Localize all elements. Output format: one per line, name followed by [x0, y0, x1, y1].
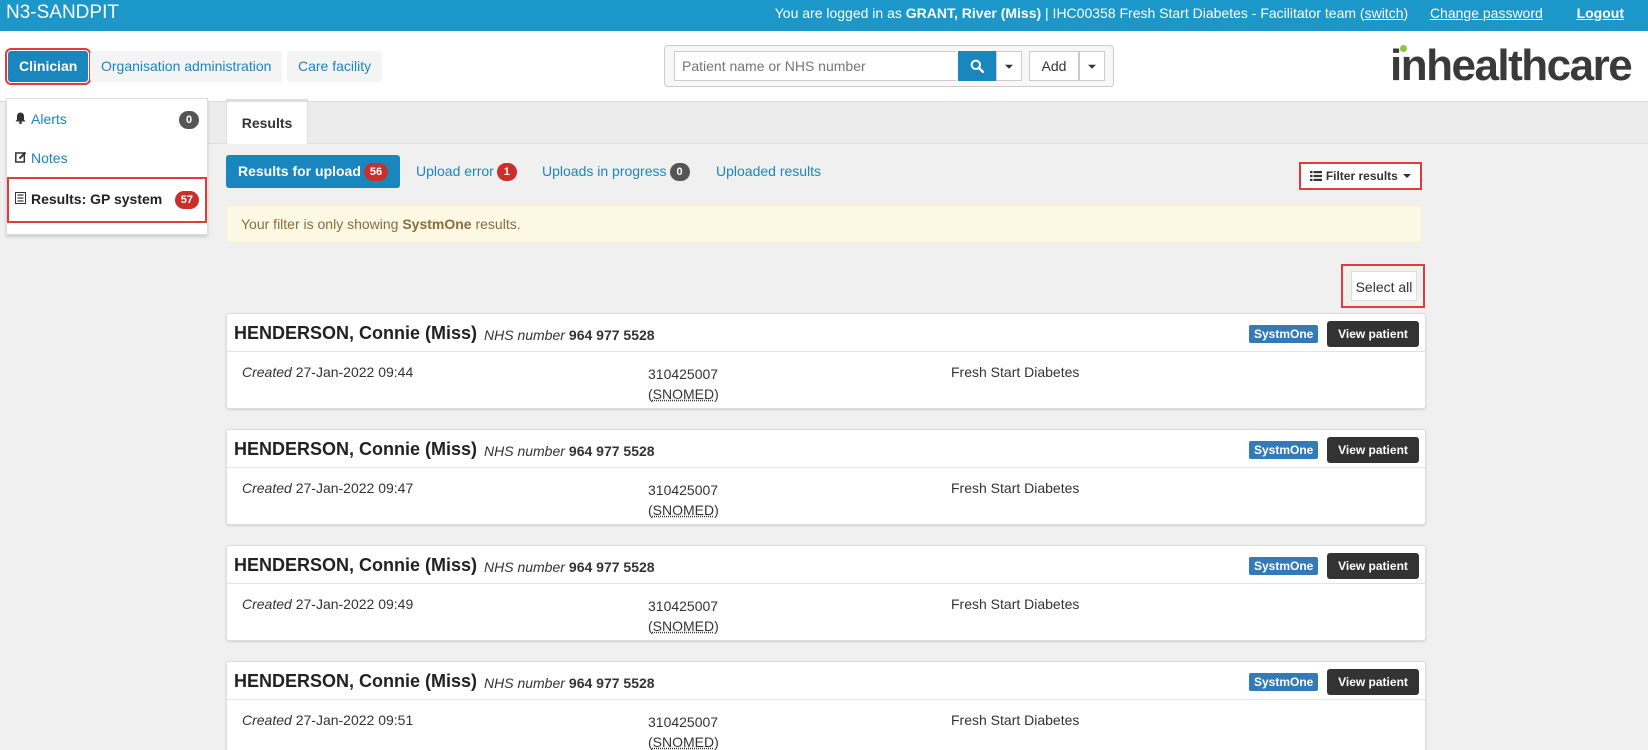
result-code: 310425007 (SNOMED): [648, 598, 719, 634]
header: Clinician Organisation administration Ca…: [0, 31, 1648, 102]
result-card-header: HENDERSON, Connie (Miss) NHS number 964 9…: [227, 546, 1425, 584]
code-system: SNOMED: [652, 502, 715, 518]
view-patient-button[interactable]: View patient: [1327, 669, 1419, 695]
result-code: 310425007 (SNOMED): [648, 714, 719, 750]
alerts-count-badge: 0: [179, 111, 199, 129]
filter-results-label: Filter results: [1325, 169, 1398, 183]
edit-icon: [15, 151, 27, 163]
caret-down-icon: [1403, 174, 1412, 178]
result-card-header: HENDERSON, Connie (Miss) NHS number 964 9…: [227, 314, 1425, 352]
caret-down-icon: [1088, 64, 1096, 69]
sidebar-item-label: Notes: [31, 150, 68, 166]
nhs-number: NHS number 964 977 5528: [484, 327, 655, 343]
add-button[interactable]: Add: [1029, 51, 1079, 81]
sidebar-item-results-gp-system[interactable]: Results: GP system 57: [7, 177, 207, 223]
source-badge: SystmOne: [1249, 557, 1319, 575]
subtab-label: Uploads in progress: [542, 163, 667, 179]
logged-in-prefix: You are logged in as: [774, 5, 902, 21]
list-icon: [1309, 171, 1322, 181]
team-name: | IHC00358 Fresh Start Diabetes - Facili…: [1045, 5, 1357, 21]
filter-notice: Your filter is only showing SystmOne res…: [226, 205, 1422, 243]
result-card: HENDERSON, Connie (Miss) NHS number 964 9…: [226, 661, 1426, 750]
patient-name: HENDERSON, Connie (Miss): [234, 555, 478, 575]
nhs-number: NHS number 964 977 5528: [484, 559, 655, 575]
subtab-label: Upload error: [416, 163, 494, 179]
result-code: 310425007 (SNOMED): [648, 366, 719, 402]
user-name: GRANT, River (Miss): [905, 5, 1042, 21]
subtab-uploads-in-progress[interactable]: Uploads in progress 0: [530, 155, 702, 188]
logo-dot: [1400, 45, 1407, 52]
search-options-dropdown[interactable]: [996, 51, 1022, 81]
patient-search-group: Add: [664, 45, 1114, 87]
filter-results-button[interactable]: Filter results: [1299, 162, 1422, 190]
select-all-wrapper: Select all: [1341, 264, 1425, 308]
service-name: Fresh Start Diabetes: [951, 596, 1080, 612]
sidebar-item-notes[interactable]: Notes: [7, 138, 207, 178]
tab-results[interactable]: Results: [226, 99, 308, 144]
service-name: Fresh Start Diabetes: [951, 364, 1080, 380]
subtab-label: Results for upload: [238, 163, 361, 179]
view-patient-button[interactable]: View patient: [1327, 321, 1419, 347]
select-all-button[interactable]: Select all: [1351, 271, 1417, 301]
sidebar-item-label: Alerts: [31, 111, 67, 127]
subtab-label: Uploaded results: [716, 163, 822, 179]
sidebar-menu: Alerts 0 Notes Results: GP system 57: [6, 98, 208, 235]
service-name: Fresh Start Diabetes: [951, 480, 1080, 496]
patient-name: HENDERSON, Connie (Miss): [234, 439, 478, 459]
top-bar: N3-SANDPIT You are logged in as GRANT, R…: [0, 0, 1648, 31]
patient-name: HENDERSON, Connie (Miss): [234, 323, 478, 343]
result-code: 310425007 (SNOMED): [648, 482, 719, 518]
service-name: Fresh Start Diabetes: [951, 712, 1080, 728]
add-options-dropdown[interactable]: [1079, 51, 1105, 81]
list-icon: [15, 192, 26, 204]
subtab-results-for-upload[interactable]: Results for upload 56: [226, 155, 401, 188]
sidebar-item-alerts[interactable]: Alerts 0: [7, 99, 207, 139]
logo-text: inhealthcare: [1390, 41, 1633, 90]
switch-team-link[interactable]: switch: [1365, 5, 1404, 21]
view-patient-button[interactable]: View patient: [1327, 553, 1419, 579]
notice-system: SystmOne: [402, 216, 472, 232]
bell-icon: [15, 112, 26, 124]
results-for-upload-count: 56: [363, 163, 389, 181]
change-password-link[interactable]: Change password: [1430, 5, 1543, 21]
results-tab-strip: Results: [208, 99, 1648, 144]
view-patient-button[interactable]: View patient: [1327, 437, 1419, 463]
result-card: HENDERSON, Connie (Miss) NHS number 964 9…: [226, 429, 1426, 525]
environment-name: N3-SANDPIT: [6, 2, 119, 23]
created-date: Created 27-Jan-2022 09:49: [242, 596, 414, 612]
upload-error-count: 1: [496, 163, 517, 181]
sidebar-item-label: Results: GP system: [31, 191, 163, 207]
search-button[interactable]: [958, 51, 996, 81]
results-count-badge: 57: [174, 191, 199, 209]
created-date: Created 27-Jan-2022 09:51: [242, 712, 414, 728]
nhs-number: NHS number 964 977 5528: [484, 675, 655, 691]
search-icon: [970, 59, 984, 73]
patient-search-input[interactable]: [674, 51, 956, 81]
created-date: Created 27-Jan-2022 09:44: [242, 364, 414, 380]
logout-link[interactable]: Logout: [1577, 5, 1624, 21]
subtab-upload-error[interactable]: Upload error 1: [404, 155, 529, 188]
subtab-uploaded-results[interactable]: Uploaded results: [704, 155, 833, 188]
caret-down-icon: [1005, 64, 1013, 69]
patient-name: HENDERSON, Connie (Miss): [234, 671, 478, 691]
inhealthcare-logo: inhealthcare: [1390, 41, 1633, 91]
nhs-number: NHS number 964 977 5528: [484, 443, 655, 459]
result-card: HENDERSON, Connie (Miss) NHS number 964 9…: [226, 313, 1426, 409]
created-date: Created 27-Jan-2022 09:47: [242, 480, 414, 496]
result-card-header: HENDERSON, Connie (Miss) NHS number 964 9…: [227, 430, 1425, 468]
nav-tab-clinician[interactable]: Clinician: [4, 48, 92, 85]
result-card-header: HENDERSON, Connie (Miss) NHS number 964 9…: [227, 662, 1425, 700]
source-badge: SystmOne: [1249, 441, 1319, 459]
source-badge: SystmOne: [1249, 325, 1319, 343]
uploads-in-progress-count: 0: [669, 163, 690, 181]
result-card: HENDERSON, Connie (Miss) NHS number 964 9…: [226, 545, 1426, 641]
code-system: SNOMED: [652, 734, 715, 750]
nav-tab-organisation-administration[interactable]: Organisation administration: [90, 51, 283, 82]
code-system: SNOMED: [652, 386, 715, 402]
user-info: You are logged in as GRANT, River (Miss)…: [774, 5, 1624, 21]
source-badge: SystmOne: [1249, 673, 1319, 691]
nav-tab-care-facility[interactable]: Care facility: [287, 51, 383, 82]
code-system: SNOMED: [652, 618, 715, 634]
